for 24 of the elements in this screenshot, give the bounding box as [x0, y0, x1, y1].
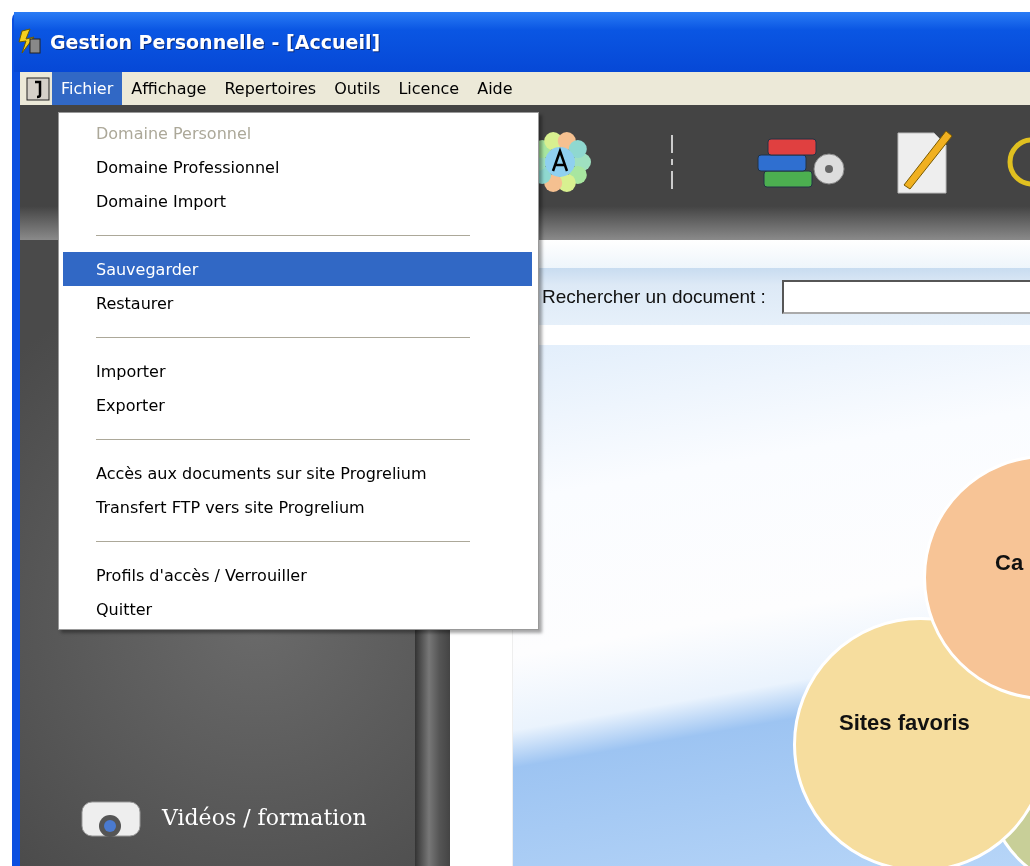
system-menu-icon[interactable]: [26, 76, 50, 101]
search-field[interactable]: [781, 279, 1030, 314]
window-title: Gestion Personnelle - [Accueil]: [50, 31, 381, 53]
menu-item[interactable]: Outils: [325, 72, 390, 105]
menu-option[interactable]: Profils d'accès / Verrouiller: [63, 558, 532, 592]
sidebar-item-label: Vidéos / formation: [162, 804, 367, 830]
menu-option[interactable]: Importer: [63, 354, 532, 388]
menu-option[interactable]: Domaine Import: [63, 184, 532, 218]
menu-option[interactable]: Transfert FTP vers site Progrelium: [63, 490, 532, 524]
menu-item[interactable]: Affichage: [122, 72, 216, 105]
bubble-label: Sites favoris: [839, 710, 970, 736]
menu-option[interactable]: Domaine Professionnel: [63, 150, 532, 184]
menu-option[interactable]: Quitter: [63, 592, 532, 626]
menu-option[interactable]: Restaurer: [63, 286, 532, 320]
sidebar-item[interactable]: Vidéos / formation: [80, 792, 415, 842]
menu-option[interactable]: Accès aux documents sur site Progrelium: [63, 456, 532, 490]
search-label: Rechercher un document :: [542, 285, 766, 308]
menu-item[interactable]: Licence: [389, 72, 469, 105]
menu-item[interactable]: Aide: [468, 72, 522, 105]
menu-item[interactable]: Fichier: [52, 72, 123, 105]
bubble-label: Ca: [995, 550, 1024, 576]
menu-item[interactable]: Repertoires: [215, 72, 326, 105]
menu-option[interactable]: Exporter: [63, 388, 532, 422]
menu-option[interactable]: Sauvegarder: [63, 252, 532, 286]
